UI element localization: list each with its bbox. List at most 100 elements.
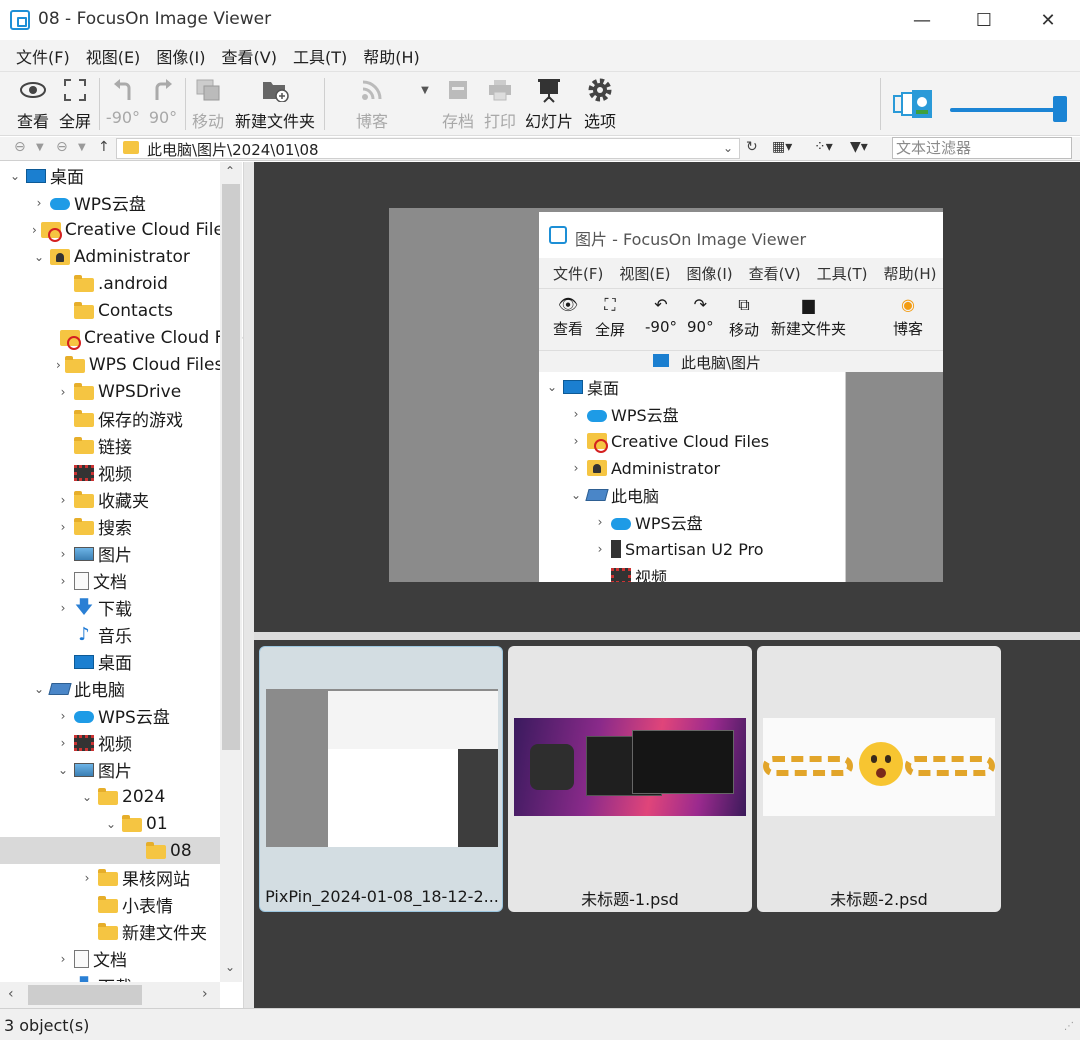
chevron-down-icon[interactable]: ⌄ (80, 790, 94, 804)
chevron-right-icon[interactable]: › (56, 574, 70, 588)
tree-item[interactable]: ⌄ 此电脑 (0, 675, 220, 702)
path-field[interactable]: 此电脑\图片\2024\01\08 ⌄ (116, 138, 740, 159)
zoom-slider-track[interactable] (950, 108, 1062, 112)
text-filter-input[interactable] (892, 137, 1072, 159)
minimize-button[interactable]: — (890, 0, 954, 40)
refresh-icon[interactable]: ↻ (746, 139, 758, 155)
chevron-right-icon[interactable]: › (56, 520, 70, 534)
chevron-right-icon[interactable]: › (32, 223, 37, 237)
tree-item[interactable]: › WPS云盘 (0, 189, 220, 216)
view-button[interactable]: 查看 (14, 76, 52, 132)
tree-horizontal-scroll-thumb[interactable] (28, 985, 142, 1005)
chevron-down-icon[interactable]: ⌄ (32, 682, 46, 696)
tree-item[interactable]: ⌄ 2024 (0, 783, 220, 810)
tree-item[interactable]: › 图片 (0, 540, 220, 567)
options-button[interactable]: 选项 (582, 76, 618, 132)
menu-look[interactable]: 查看(V) (214, 44, 285, 68)
back-icon[interactable]: ⊖ (14, 139, 26, 155)
rotate-right-button[interactable]: 90° (146, 76, 180, 132)
tree-item[interactable]: 视频 (0, 459, 220, 486)
desktop-icon (653, 354, 669, 367)
blog-dropdown[interactable]: ▼ (418, 76, 432, 132)
tree-item[interactable]: › 文档 (0, 945, 220, 972)
menu-help[interactable]: 帮助(H) (355, 44, 428, 68)
tree-item[interactable]: ⌄ 图片 (0, 756, 220, 783)
tree-item[interactable]: › 搜索 (0, 513, 220, 540)
tree-item[interactable]: Creative Cloud Files (0, 324, 243, 351)
scroll-left-icon[interactable]: ‹ (8, 986, 14, 1002)
chevron-right-icon[interactable]: › (56, 493, 70, 507)
tree-item[interactable]: › Creative Cloud Files (0, 216, 233, 243)
chevron-right-icon[interactable]: › (56, 358, 61, 372)
rotate-left-button[interactable]: -90° (104, 76, 142, 132)
tree-item[interactable]: › WPS Cloud Files (0, 351, 223, 378)
tree-item[interactable]: .android (0, 270, 220, 297)
tree-item[interactable]: › 文档 (0, 567, 220, 594)
blog-button[interactable]: 博客 (354, 76, 390, 132)
scroll-up-icon[interactable]: ⌃ (225, 164, 235, 178)
chevron-down-icon[interactable]: ⌄ (8, 169, 22, 183)
up-arrow-icon[interactable]: ↑ (98, 139, 110, 155)
menu-file[interactable]: 文件(F) (8, 44, 78, 68)
preview-tree-row: › Smartisan U2 Pro (597, 539, 764, 559)
chevron-right-icon[interactable]: › (56, 385, 70, 399)
tree-item[interactable]: ⌄ 01 (0, 810, 220, 837)
maximize-button[interactable]: ☐ (952, 0, 1016, 40)
thumbnail-item[interactable]: PixPin_2024-01-08_18-12-2... (259, 646, 503, 912)
tree-item-label: WPSDrive (98, 381, 182, 402)
filter-icon[interactable]: ▼▾ (850, 139, 868, 155)
chevron-right-icon[interactable]: › (56, 601, 70, 615)
tree-item[interactable]: › WPSDrive (0, 378, 220, 405)
chevron-right-icon[interactable]: › (80, 871, 94, 885)
tree-item[interactable]: 链接 (0, 432, 220, 459)
chevron-right-icon[interactable]: › (56, 547, 70, 561)
fullscreen-button[interactable]: 全屏 (56, 76, 94, 132)
tree-item[interactable]: 新建文件夹 (0, 918, 220, 945)
menu-tools[interactable]: 工具(T) (285, 44, 355, 68)
tree-item[interactable]: ⌄ Administrator (0, 243, 220, 270)
slideshow-button[interactable]: 幻灯片 (524, 76, 574, 132)
preview-splitter[interactable] (254, 632, 1080, 640)
tree-item[interactable]: › 🡇下载 (0, 594, 220, 621)
sort-icon[interactable]: ⁘▾ (814, 139, 833, 155)
close-button[interactable]: ✕ (1016, 0, 1080, 40)
menu-view[interactable]: 视图(E) (78, 44, 149, 68)
tree-item[interactable]: 08 (0, 837, 220, 864)
tree-item[interactable]: Contacts (0, 297, 220, 324)
chevron-down-icon[interactable]: ⌄ (723, 141, 733, 155)
tree-item[interactable]: 保存的游戏 (0, 405, 220, 432)
tree-vertical-scroll-thumb[interactable] (222, 184, 240, 750)
print-button[interactable]: 打印 (482, 76, 518, 132)
chevron-right-icon[interactable]: › (32, 196, 46, 210)
thumbnail-item[interactable]: 未标题-2.psd (757, 646, 1001, 912)
forward-icon[interactable]: ⊖ (56, 139, 68, 155)
resize-grip-icon[interactable]: ⋰ (1064, 1021, 1074, 1032)
chevron-down-icon[interactable]: ⌄ (56, 763, 70, 777)
tree-item[interactable]: 桌面 (0, 648, 220, 675)
view-mode-icon[interactable]: ▦▾ (772, 139, 792, 155)
scroll-right-icon[interactable]: › (202, 986, 208, 1002)
new-folder-button[interactable]: 新建文件夹 (234, 76, 316, 132)
desktop-icon (563, 380, 583, 394)
thumbnail-item[interactable]: 未标题-1.psd (508, 646, 752, 912)
chevron-down-icon[interactable]: ⌄ (104, 817, 118, 831)
tree-item[interactable]: › 视频 (0, 729, 220, 756)
scroll-down-icon[interactable]: ⌄ (225, 960, 235, 974)
tree-item[interactable]: › 收藏夹 (0, 486, 220, 513)
menu-image[interactable]: 图像(I) (148, 44, 213, 68)
tree-item[interactable]: › 果核网站 (0, 864, 220, 891)
zoom-slider-thumb[interactable] (1053, 96, 1067, 122)
chevron-right-icon[interactable]: › (56, 736, 70, 750)
tree-item[interactable]: › WPS云盘 (0, 702, 220, 729)
chevron-right-icon[interactable]: › (56, 952, 70, 966)
chevron-right-icon[interactable]: › (56, 709, 70, 723)
back-dropdown-icon[interactable]: ▼ (36, 142, 44, 153)
pane-splitter[interactable] (244, 162, 254, 1008)
tree-item[interactable]: ♪ 音乐 (0, 621, 220, 648)
archive-button[interactable]: 存档 (440, 76, 476, 132)
chevron-down-icon[interactable]: ⌄ (32, 250, 46, 264)
tree-item[interactable]: ⌄ 桌面 (0, 162, 220, 189)
forward-dropdown-icon[interactable]: ▼ (78, 142, 86, 153)
move-button[interactable]: 移动 (190, 76, 226, 132)
tree-item[interactable]: 小表情 (0, 891, 220, 918)
